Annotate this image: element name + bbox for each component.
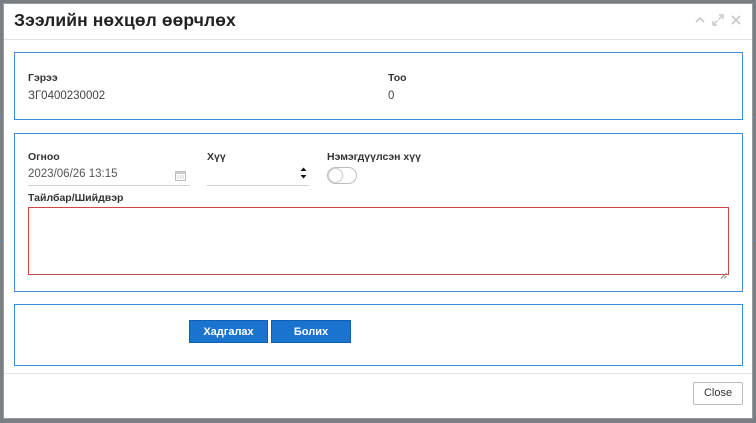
dialog-footer: Close [4,373,752,418]
date-input[interactable]: 2023/06/26 13:15 [28,166,190,186]
date-input-value: 2023/06/26 13:15 [28,168,118,180]
note-label: Тайлбар/Шийдвэр [28,192,124,204]
rate-input[interactable] [207,166,309,186]
close-button[interactable]: Close [693,382,743,405]
stepper-icon[interactable] [300,166,307,182]
contract-label: Гэрээ [28,72,58,84]
count-value: 0 [388,90,395,102]
count-label: Тоо [388,72,407,84]
added-rate-label: Нэмэгдүүлсэн хүү [327,151,421,163]
calendar-icon[interactable] [175,168,186,181]
contract-info-panel: Гэрээ ЗГ0400230002 Тоо 0 [14,52,743,120]
action-panel: Хадгалах Болих [14,304,743,366]
dialog-title: Зээлийн нөхцөл өөрчлөх [14,10,236,30]
rate-label: Хүү [207,151,226,163]
chevron-up-icon[interactable] [694,14,706,26]
modal-dialog: Зээлийн нөхцөл өөрчлөх Гэрээ ЗГ040023000… [3,3,753,419]
dialog-header: Зээлийн нөхцөл өөрчлөх [4,4,752,40]
change-form-panel: Огноо 2023/06/26 13:15 Хүү Нэмэгдүүлсэн … [14,133,743,292]
added-rate-toggle[interactable] [327,167,357,184]
resize-grip-icon[interactable] [720,266,727,279]
close-x-icon[interactable] [730,14,742,26]
save-button[interactable]: Хадгалах [189,320,268,343]
cancel-button[interactable]: Болих [271,320,351,343]
note-textarea[interactable] [28,207,729,279]
date-label: Огноо [28,151,60,163]
header-controls [694,14,742,26]
expand-icon[interactable] [712,14,724,26]
contract-value: ЗГ0400230002 [28,90,106,102]
toggle-knob [329,169,342,182]
